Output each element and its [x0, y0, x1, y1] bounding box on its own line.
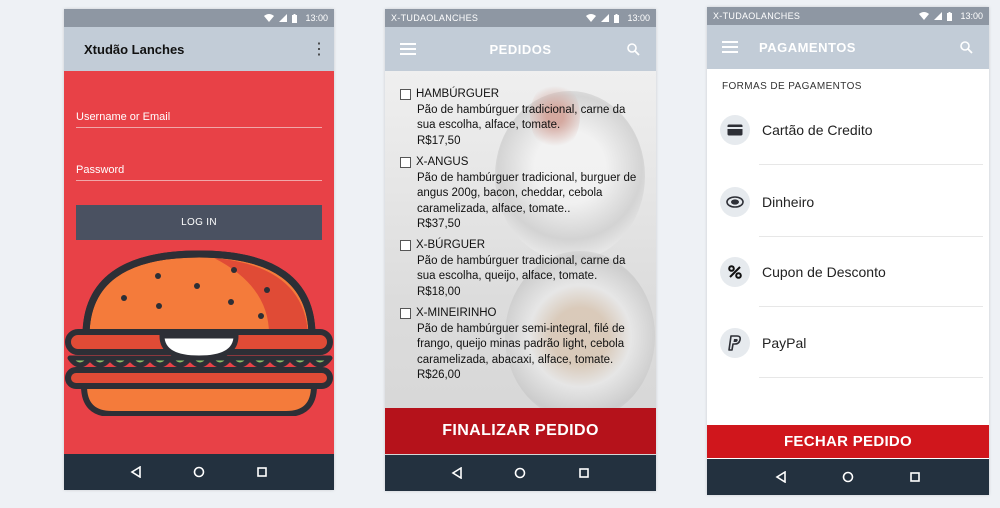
login-button[interactable]: LOG IN [76, 205, 322, 240]
home-icon[interactable] [842, 471, 854, 483]
signal-icon [601, 14, 610, 22]
app-bar: PAGAMENTOS [707, 25, 989, 69]
payment-label: Cartão de Credito [762, 122, 873, 138]
app-title: Xtudão Lanches [84, 41, 185, 57]
payment-label: Dinheiro [762, 194, 815, 210]
search-icon[interactable] [610, 42, 656, 56]
menu-icon[interactable] [707, 41, 753, 53]
status-time: 13:00 [627, 13, 650, 23]
status-bar: X-TUDAOLANCHES 13:00 [385, 9, 656, 27]
item-checkbox[interactable] [400, 89, 411, 101]
item-description: Pão de hambúrguer semi-integral, filé de… [417, 322, 625, 366]
item-name: X-BÚRGUER [416, 239, 486, 251]
back-icon[interactable] [775, 471, 787, 483]
login-panel: Username or Email Password LOG IN [64, 71, 334, 454]
item-description: Pão de hambúrguer tradicional, carne da … [417, 103, 626, 132]
wifi-icon [264, 14, 275, 22]
item-price: R$37,50 [417, 218, 461, 230]
item-name: X-MINEIRINHO [416, 307, 497, 319]
item-name: X-ANGUS [416, 156, 469, 168]
percent-icon [720, 257, 750, 287]
app-bar: PEDIDOS [385, 27, 656, 71]
item-description: Pão de hambúrguer tradicional, carne da … [417, 254, 626, 283]
home-icon[interactable] [514, 467, 526, 479]
home-icon[interactable] [193, 466, 205, 478]
hamburger-illustration [65, 250, 333, 416]
payment-option-coupon[interactable]: Cupon de Desconto [719, 237, 989, 307]
nav-bar [385, 455, 656, 491]
finalize-order-button[interactable]: FINALIZAR PEDIDO [385, 408, 656, 454]
orders-screen: X-TUDAOLANCHES 13:00 PEDIDOS HAMBÚRGUER … [385, 9, 656, 491]
username-placeholder: Username or Email [76, 111, 171, 123]
item-checkbox[interactable] [400, 157, 411, 169]
item-price: R$18,00 [417, 285, 461, 298]
carrier-label: X-TUDAOLANCHES [391, 13, 479, 23]
status-time: 13:00 [305, 13, 328, 23]
payment-label: PayPal [762, 335, 807, 351]
payment-option-cash[interactable]: Dinheiro [719, 167, 989, 237]
nav-bar [707, 459, 989, 495]
wifi-icon [919, 12, 930, 20]
paypal-icon [720, 328, 750, 358]
credit-card-icon [720, 115, 750, 145]
wifi-icon [586, 14, 597, 22]
item-price: R$26,00 [417, 369, 461, 381]
more-options-icon[interactable]: ⋮ [304, 39, 334, 59]
status-time: 13:00 [960, 11, 983, 21]
section-label: FORMAS DE PAGAMENTOS [722, 81, 862, 92]
divider [759, 306, 983, 307]
menu-item: X-BÚRGUER Pão de hambúrguer tradicional,… [400, 238, 642, 300]
nav-bar [64, 454, 334, 490]
battery-icon [292, 13, 298, 23]
battery-icon [947, 11, 953, 21]
payments-screen: X-TUDAOLANCHES 13:00 PAGAMENTOS FORMAS D… [707, 7, 989, 495]
password-field[interactable]: Password [76, 161, 322, 181]
status-bar: X-TUDAOLANCHES 13:00 [707, 7, 989, 25]
menu-icon[interactable] [385, 43, 431, 55]
payment-option-paypal[interactable]: PayPal [719, 308, 989, 378]
screen-title: PEDIDOS [489, 41, 552, 57]
item-price: R$17,50 [417, 134, 461, 147]
recents-icon[interactable] [909, 471, 921, 483]
close-order-button[interactable]: FECHAR PEDIDO [707, 425, 989, 458]
recents-icon[interactable] [256, 466, 268, 478]
divider [759, 377, 983, 378]
search-icon[interactable] [943, 40, 989, 54]
recents-icon[interactable] [578, 467, 590, 479]
menu-item: X-MINEIRINHO Pão de hambúrguer semi-inte… [400, 306, 642, 384]
app-bar: Xtudão Lanches ⋮ [64, 27, 334, 71]
status-bar: 13:00 [64, 9, 334, 27]
battery-icon [614, 13, 620, 23]
signal-icon [934, 12, 943, 20]
username-field[interactable]: Username or Email [76, 108, 322, 128]
payment-option-credit-card[interactable]: Cartão de Credito [719, 95, 989, 165]
login-screen: 13:00 Xtudão Lanches ⋮ Username or Email… [64, 9, 334, 490]
menu-item: X-ANGUS Pão de hambúrguer tradicional, b… [400, 155, 642, 233]
carrier-label: X-TUDAOLANCHES [713, 11, 801, 21]
payment-label: Cupon de Desconto [762, 264, 886, 280]
item-checkbox[interactable] [400, 240, 411, 252]
item-description: Pão de hambúrguer tradicional, burguer d… [417, 171, 637, 215]
password-placeholder: Password [76, 164, 125, 176]
divider [759, 164, 983, 165]
screen-title: PAGAMENTOS [759, 39, 856, 55]
menu-item: HAMBÚRGUER Pão de hambúrguer tradicional… [400, 87, 642, 149]
item-checkbox[interactable] [400, 308, 411, 320]
back-icon[interactable] [451, 467, 463, 479]
signal-icon [279, 14, 288, 22]
back-icon[interactable] [130, 466, 142, 478]
money-icon [720, 187, 750, 217]
item-name: HAMBÚRGUER [416, 88, 500, 100]
